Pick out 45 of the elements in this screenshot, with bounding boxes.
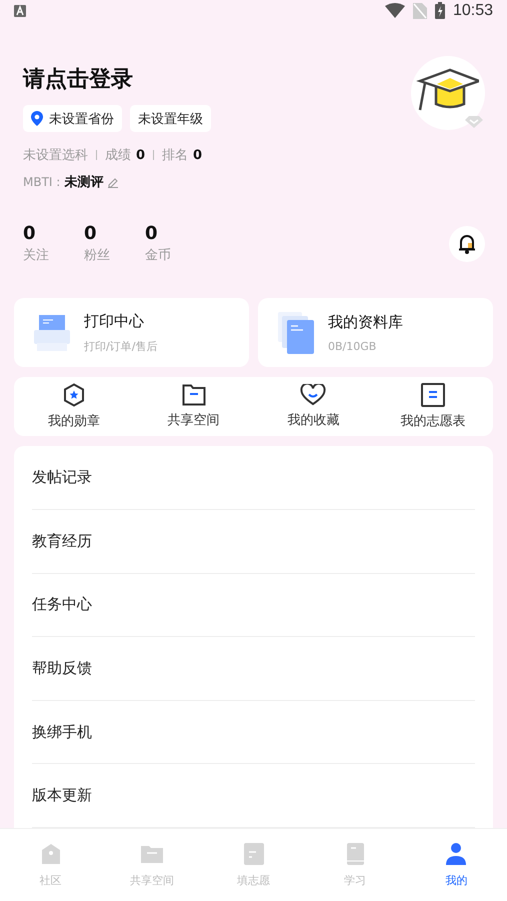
menu-item[interactable]: 帮助反馈	[32, 637, 475, 701]
library-card[interactable]: 我的资料库 0B/10GB	[258, 298, 493, 368]
card-title: 我的资料库	[328, 312, 403, 332]
notification-button[interactable]	[449, 226, 485, 262]
menu-item[interactable]: 任务中心	[32, 574, 475, 638]
info-text: 未设置选科	[23, 147, 88, 164]
grade-tag[interactable]: 未设置年级	[130, 105, 211, 132]
hexagon-star-icon	[62, 383, 85, 408]
stat-count: 0	[84, 224, 98, 244]
menu-item[interactable]: 教育经历	[32, 510, 475, 574]
documents-icon	[278, 312, 314, 354]
shortcut-button[interactable]: 我的志愿表	[373, 377, 493, 436]
person-icon	[444, 842, 468, 866]
wifi-icon	[384, 3, 405, 18]
clock: 10:53	[452, 2, 493, 20]
folder-icon	[182, 384, 206, 406]
bell-icon	[458, 234, 476, 254]
stat-count: 0	[145, 224, 159, 244]
login-prompt[interactable]: 请点击登录	[23, 66, 411, 94]
shortcut-button[interactable]: 共享空间	[134, 377, 254, 436]
card-title: 打印中心	[84, 312, 145, 331]
badge-icon	[465, 116, 483, 128]
location-pin-icon	[31, 111, 43, 126]
list-icon	[421, 383, 446, 408]
menu-item[interactable]: 换绑手机	[32, 700, 475, 764]
shortcut-button[interactable]: 我的勋章	[14, 377, 134, 436]
shortcut-button[interactable]: 我的收藏	[254, 377, 374, 436]
menu-item[interactable]: 发帖记录	[32, 446, 475, 510]
stat-count: 0	[23, 224, 37, 244]
printer-icon	[34, 314, 70, 351]
print-center-card[interactable]: 打印中心 打印/订单/售后	[14, 298, 249, 368]
no-sim-icon	[412, 2, 427, 19]
province-tag[interactable]: 未设置省份	[23, 105, 122, 132]
mbti-value: 未测评	[64, 174, 104, 192]
mbti-label: MBTI :	[23, 175, 60, 190]
battery-icon	[434, 2, 445, 20]
document-icon	[242, 842, 266, 866]
info-text: 排名 0	[162, 147, 202, 164]
nav-tab[interactable]: 我的	[406, 829, 507, 901]
info-text: 成绩 0	[105, 147, 146, 164]
heart-icon	[300, 384, 326, 406]
edit-icon	[107, 176, 120, 188]
card-subtitle: 0B/10GB	[328, 340, 378, 353]
card-subtitle: 打印/订单/售后	[84, 338, 158, 354]
notification-icon	[14, 4, 26, 17]
